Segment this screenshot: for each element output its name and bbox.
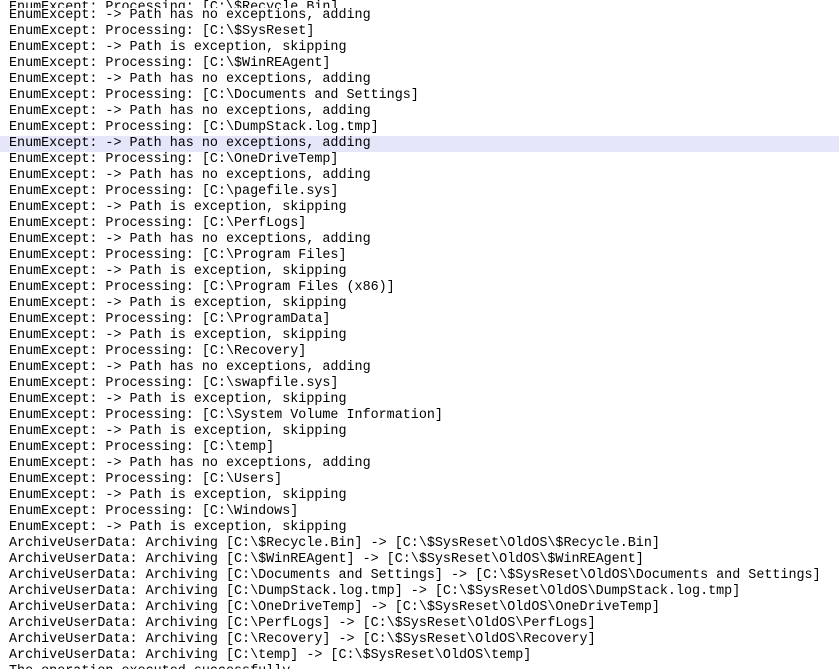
- log-line[interactable]: EnumExcept: -> Path is exception, skippi…: [0, 200, 839, 216]
- log-line[interactable]: EnumExcept: -> Path has no exceptions, a…: [0, 8, 839, 24]
- log-line-highlighted[interactable]: EnumExcept: -> Path has no exceptions, a…: [0, 136, 839, 152]
- log-line[interactable]: EnumExcept: -> Path is exception, skippi…: [0, 392, 839, 408]
- log-line[interactable]: ArchiveUserData: Archiving [C:\DumpStack…: [0, 584, 839, 600]
- log-line[interactable]: EnumExcept: -> Path is exception, skippi…: [0, 40, 839, 56]
- log-line[interactable]: EnumExcept: -> Path is exception, skippi…: [0, 296, 839, 312]
- log-line[interactable]: EnumExcept: Processing: [C:\Recovery]: [0, 344, 839, 360]
- log-line[interactable]: EnumExcept: Processing: [C:\PerfLogs]: [0, 216, 839, 232]
- log-line[interactable]: EnumExcept: Processing: [C:\OneDriveTemp…: [0, 152, 839, 168]
- log-line[interactable]: EnumExcept: Processing: [C:\Windows]: [0, 504, 839, 520]
- log-line[interactable]: ArchiveUserData: Archiving [C:\Documents…: [0, 568, 839, 584]
- log-line[interactable]: ArchiveUserData: Archiving [C:\$Recycle.…: [0, 536, 839, 552]
- log-line[interactable]: EnumExcept: -> Path is exception, skippi…: [0, 488, 839, 504]
- log-line[interactable]: EnumExcept: Processing: [C:\temp]: [0, 440, 839, 456]
- log-line[interactable]: EnumExcept: Processing: [C:\$WinREAgent]: [0, 56, 839, 72]
- log-line[interactable]: ArchiveUserData: Archiving [C:\Recovery]…: [0, 632, 839, 648]
- log-line[interactable]: EnumExcept: -> Path is exception, skippi…: [0, 520, 839, 536]
- log-line[interactable]: EnumExcept: -> Path has no exceptions, a…: [0, 72, 839, 88]
- log-line[interactable]: ArchiveUserData: Archiving [C:\$WinREAge…: [0, 552, 839, 568]
- log-line[interactable]: EnumExcept: Processing: [C:\ProgramData]: [0, 312, 839, 328]
- log-line[interactable]: EnumExcept: Processing: [C:\System Volum…: [0, 408, 839, 424]
- log-line[interactable]: EnumExcept: Processing: [C:\DumpStack.lo…: [0, 120, 839, 136]
- console-output-pane[interactable]: EnumExcept: Processing: [C:\$Recycle.Bin…: [0, 0, 839, 669]
- log-line[interactable]: The operation executed successfully.: [0, 664, 839, 669]
- log-line[interactable]: EnumExcept: -> Path is exception, skippi…: [0, 328, 839, 344]
- log-line[interactable]: EnumExcept: Processing: [C:\swapfile.sys…: [0, 376, 839, 392]
- log-line[interactable]: EnumExcept: Processing: [C:\$Recycle.Bin…: [0, 0, 839, 8]
- log-line[interactable]: EnumExcept: -> Path has no exceptions, a…: [0, 232, 839, 248]
- log-line[interactable]: EnumExcept: Processing: [C:\Program File…: [0, 248, 839, 264]
- log-line[interactable]: ArchiveUserData: Archiving [C:\PerfLogs]…: [0, 616, 839, 632]
- log-line[interactable]: EnumExcept: Processing: [C:\Documents an…: [0, 88, 839, 104]
- log-line[interactable]: EnumExcept: -> Path has no exceptions, a…: [0, 360, 839, 376]
- log-line[interactable]: EnumExcept: -> Path has no exceptions, a…: [0, 168, 839, 184]
- log-line[interactable]: ArchiveUserData: Archiving [C:\temp] -> …: [0, 648, 839, 664]
- log-line[interactable]: EnumExcept: Processing: [C:\Users]: [0, 472, 839, 488]
- log-line[interactable]: ArchiveUserData: Archiving [C:\OneDriveT…: [0, 600, 839, 616]
- log-line[interactable]: EnumExcept: Processing: [C:\pagefile.sys…: [0, 184, 839, 200]
- log-line[interactable]: EnumExcept: -> Path has no exceptions, a…: [0, 104, 839, 120]
- log-line[interactable]: EnumExcept: -> Path is exception, skippi…: [0, 424, 839, 440]
- log-line[interactable]: EnumExcept: Processing: [C:\Program File…: [0, 280, 839, 296]
- log-line[interactable]: EnumExcept: -> Path is exception, skippi…: [0, 264, 839, 280]
- log-line[interactable]: EnumExcept: -> Path has no exceptions, a…: [0, 456, 839, 472]
- log-line[interactable]: EnumExcept: Processing: [C:\$SysReset]: [0, 24, 839, 40]
